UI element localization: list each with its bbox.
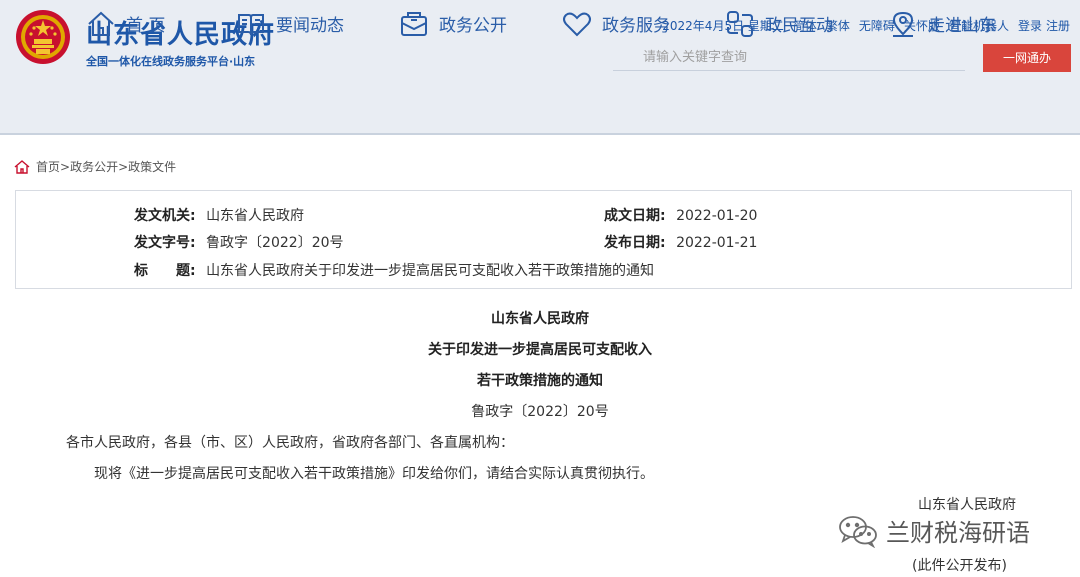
meta-published-value: 2022-01-21 [676, 235, 758, 251]
book-icon [238, 13, 264, 35]
link-register[interactable]: 注册 [1046, 17, 1070, 34]
site-subtitle: 全国一体化在线政务服务平台·山东 [86, 55, 256, 68]
nav-item-gov-open[interactable]: 政务公开 [399, 0, 507, 47]
doc-publish-note: (此件公开发布) [912, 558, 1007, 574]
meta-issuer: 发文机关: 山东省人民政府 [134, 205, 304, 225]
doc-signature: 山东省人民政府 [918, 497, 1016, 513]
meta-issuer-label: 发文机关: [134, 208, 196, 224]
meta-issuer-value: 山东省人民政府 [206, 208, 305, 224]
breadcrumb: 首页>政务公开>政策文件 [14, 158, 176, 175]
nav-label: 政民互动 [765, 16, 833, 36]
meta-title: 标 题: 山东省人民政府关于印发进一步提高居民可支配收入若干政策措施的通知 [134, 260, 654, 280]
doc-body-paragraph: 现将《进一步提高居民可支配收入若干政策措施》印发给你们，请结合实际认真贯彻执行。 [94, 466, 654, 482]
nav-item-news[interactable]: 要闻动态 [236, 0, 344, 47]
national-emblem-icon [16, 10, 70, 64]
meta-title-label: 标 题: [134, 263, 196, 279]
meta-created-label: 成文日期: [604, 208, 666, 224]
nav-item-gov-service[interactable]: 政务服务 [562, 0, 670, 47]
meta-created: 成文日期: 2022-01-20 [604, 205, 757, 225]
meta-published-label: 发布日期: [604, 235, 666, 251]
nav-label: 首 页 [126, 16, 166, 36]
nav-label: 政务服务 [602, 16, 670, 36]
breadcrumb-policy-docs[interactable]: 政策文件 [128, 160, 176, 174]
link-login[interactable]: 登录 [1018, 17, 1042, 34]
interact-icon [727, 10, 753, 37]
nav-divider [0, 133, 1080, 135]
document-meta-box: 发文机关: 山东省人民政府 发文字号: 鲁政字〔2022〕20号 标 题: 山东… [15, 190, 1072, 289]
meta-title-value: 山东省人民政府关于印发进一步提高居民可支配收入若干政策措施的通知 [206, 263, 655, 279]
meta-doc-no-label: 发文字号: [134, 235, 196, 251]
meta-doc-no-value: 鲁政字〔2022〕20号 [206, 235, 344, 251]
wechat-icon [839, 515, 877, 548]
watermark-text: 兰财税海研语 [886, 519, 1030, 547]
top-links: 2022年4月5日 星期二 简体 繁体 无障碍 关怀版 智能机器人 登录 注册 [662, 17, 1070, 34]
nav-label: 走进山东 [928, 16, 996, 36]
doc-number: 鲁政字〔2022〕20号 [471, 404, 609, 420]
nav-label: 政务公开 [439, 16, 507, 36]
mailbox-icon [401, 11, 427, 36]
home-icon [14, 159, 30, 174]
search-input[interactable] [613, 44, 965, 70]
nav-item-interaction[interactable]: 政民互动 [725, 0, 833, 47]
site-header: 山东省人民政府 全国一体化在线政务服务平台·山东 2022年4月5日 星期二 简… [0, 0, 1080, 135]
doc-title-line-3: 若干政策措施的通知 [477, 373, 603, 389]
location-icon [892, 11, 914, 37]
home-icon [88, 11, 114, 36]
nav-item-home[interactable]: 首 页 [86, 0, 165, 47]
wechat-watermark: 兰财税海研语 [838, 513, 1030, 548]
meta-created-value: 2022-01-20 [676, 208, 758, 224]
doc-title-line-2: 关于印发进一步提高居民可支配收入 [428, 342, 652, 358]
yiwang-tongban-button[interactable]: 一网通办 [983, 44, 1071, 72]
doc-recipients: 各市人民政府，各县（市、区）人民政府，省政府各部门、各直属机构： [66, 435, 514, 451]
nav-item-about-shandong[interactable]: 走进山东 [888, 0, 996, 47]
breadcrumb-home[interactable]: 首页 [36, 160, 60, 174]
meta-published: 发布日期: 2022-01-21 [604, 232, 757, 252]
doc-title-line-1: 山东省人民政府 [491, 311, 589, 327]
meta-doc-no: 发文字号: 鲁政字〔2022〕20号 [134, 232, 344, 252]
nav-label: 要闻动态 [276, 16, 344, 36]
breadcrumb-gov-open[interactable]: 政务公开 [70, 160, 118, 174]
search-box [613, 44, 965, 71]
heart-icon [563, 12, 591, 36]
